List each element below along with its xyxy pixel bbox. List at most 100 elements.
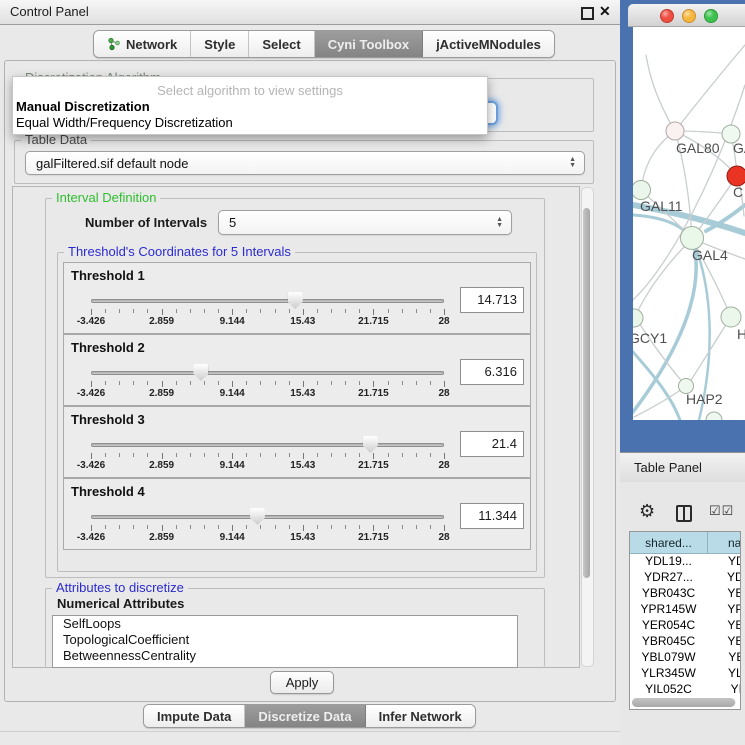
node-attribute-table[interactable]: shared... name YDL19...YDL1YDR27...YDR2Y… xyxy=(629,531,741,710)
network-node[interactable] xyxy=(633,309,643,327)
slider-tick-label: 15.43 xyxy=(290,532,315,543)
close-icon[interactable]: ✕ xyxy=(599,3,611,20)
network-window-titlebar[interactable] xyxy=(628,4,745,27)
column-header-name[interactable]: name xyxy=(708,532,741,554)
table-row[interactable]: YBR045CYBR0 xyxy=(630,634,741,650)
slider-tick xyxy=(133,381,134,385)
slider-tick xyxy=(119,309,120,313)
cell-shared-name[interactable]: YPR145W xyxy=(630,602,707,616)
table-row[interactable]: YDL19...YDL1 xyxy=(630,554,741,570)
apply-button[interactable]: Apply xyxy=(270,671,334,694)
cell-shared-name[interactable]: YDR27... xyxy=(630,570,707,584)
table-row[interactable]: YIL052CYIL0 xyxy=(630,682,741,698)
slider-tick xyxy=(119,453,120,457)
slider-tick xyxy=(91,525,92,531)
tab-jactivemnodules[interactable]: jActiveMNodules xyxy=(423,31,554,57)
attributes-list-scrollbar[interactable] xyxy=(517,619,518,664)
cell-name[interactable]: YBR0 xyxy=(708,586,741,600)
tab-select[interactable]: Select xyxy=(249,31,314,57)
cell-shared-name[interactable]: YBR043C xyxy=(630,586,707,600)
cell-name[interactable]: YLR3 xyxy=(708,666,741,680)
slider-1[interactable]: -3.4262.8599.14415.4321.71528 xyxy=(91,293,444,327)
slider-thumb[interactable] xyxy=(193,364,208,381)
close-traffic-light-icon[interactable] xyxy=(660,9,674,23)
cell-shared-name[interactable]: YBL079W xyxy=(630,650,707,664)
cell-name[interactable]: YDL1 xyxy=(708,554,741,568)
main-vertical-scrollbar[interactable] xyxy=(581,187,594,667)
network-node[interactable] xyxy=(727,166,745,186)
network-node[interactable] xyxy=(633,181,651,200)
slider-thumb[interactable] xyxy=(250,508,265,525)
number-of-intervals-combobox[interactable]: 5 ▲▼ xyxy=(218,210,512,235)
cell-name[interactable]: YIL0 xyxy=(708,682,741,696)
cell-name[interactable]: YBR0 xyxy=(708,634,741,648)
slider-tick xyxy=(260,309,261,313)
checkbox-icon[interactable]: ☑ xyxy=(709,503,722,518)
slider-tick-label: 9.144 xyxy=(220,460,245,471)
cell-shared-name[interactable]: YER054C xyxy=(630,618,707,632)
tab-cyni-toolbox[interactable]: Cyni Toolbox xyxy=(315,31,423,57)
column-header-shared-name[interactable]: shared... xyxy=(630,532,708,554)
column-layout-icon[interactable] xyxy=(676,505,692,522)
cell-name[interactable]: YBL0 xyxy=(708,650,741,664)
tab-impute-data[interactable]: Impute Data xyxy=(144,705,245,727)
minimize-traffic-light-icon[interactable] xyxy=(682,9,696,23)
threshold-value-field[interactable]: 11.344 xyxy=(460,503,524,529)
checkbox-icon[interactable]: ☑ xyxy=(722,503,735,518)
float-window-icon[interactable] xyxy=(581,7,594,20)
slider-tick xyxy=(162,453,163,459)
tab-discretize-data[interactable]: Discretize Data xyxy=(245,705,365,727)
slider-track[interactable] xyxy=(91,371,444,375)
table-row[interactable]: YDR27...YDR2 xyxy=(630,570,741,586)
scrollbar-thumb[interactable] xyxy=(583,208,590,578)
slider-tick-label: -3.426 xyxy=(77,316,105,327)
tab-network[interactable]: Network xyxy=(94,31,191,57)
network-node[interactable] xyxy=(666,122,684,140)
slider-track[interactable] xyxy=(91,515,444,519)
numerical-attributes-list[interactable]: SelfLoopsTopologicalCoefficientBetweenne… xyxy=(52,615,518,668)
menu-item-equal-width-frequency[interactable]: Equal Width/Frequency Discretization xyxy=(16,115,484,130)
table-row[interactable]: YBR043CYBR0 xyxy=(630,586,741,602)
table-horizontal-scrollbar[interactable] xyxy=(632,698,736,707)
network-node[interactable] xyxy=(706,412,722,420)
slider-4[interactable]: -3.4262.8599.14415.4321.71528 xyxy=(91,509,444,543)
table-data-combobox[interactable]: galFiltered.sif default node ▲▼ xyxy=(25,151,585,175)
tab-style[interactable]: Style xyxy=(191,31,249,57)
table-row[interactable]: YBL079WYBL0 xyxy=(630,650,741,666)
slider-tick xyxy=(232,309,233,315)
slider-track[interactable] xyxy=(91,443,444,447)
threshold-value-field[interactable]: 6.316 xyxy=(460,359,524,385)
cell-shared-name[interactable]: YBR045C xyxy=(630,634,707,648)
threshold-value-field[interactable]: 14.713 xyxy=(460,287,524,313)
cell-shared-name[interactable]: YLR345W xyxy=(630,666,707,680)
list-item-selfloops[interactable]: SelfLoops xyxy=(53,616,517,632)
list-item-topologicalcoefficient[interactable]: TopologicalCoefficient xyxy=(53,632,517,648)
slider-track[interactable] xyxy=(91,299,444,303)
table-options-checkbox-icons[interactable]: ☑☑ xyxy=(709,503,734,519)
slider-tick xyxy=(91,309,92,315)
slider-3[interactable]: -3.4262.8599.14415.4321.71528 xyxy=(91,437,444,471)
table-row[interactable]: YLR345WYLR3 xyxy=(630,666,741,682)
table-row[interactable]: YPR145WYPR1 xyxy=(630,602,741,618)
gear-icon[interactable]: ⚙ xyxy=(639,501,655,522)
slider-2[interactable]: -3.4262.8599.14415.4321.71528 xyxy=(91,365,444,399)
scrollbar-thumb[interactable] xyxy=(632,698,735,707)
slider-tick xyxy=(402,525,403,529)
cell-name[interactable]: YPR1 xyxy=(708,602,741,616)
slider-tick xyxy=(176,309,177,313)
cell-name[interactable]: YER0 xyxy=(708,618,741,632)
list-item-betweennesscentrality[interactable]: BetweennessCentrality xyxy=(53,648,517,664)
table-row[interactable]: YER054CYER0 xyxy=(630,618,741,634)
threshold-value-field[interactable]: 21.4 xyxy=(460,431,524,457)
cell-name[interactable]: YDR2 xyxy=(708,570,741,584)
zoom-traffic-light-icon[interactable] xyxy=(704,9,718,23)
cell-shared-name[interactable]: YIL052C xyxy=(630,682,707,696)
slider-tick xyxy=(147,309,148,313)
menu-item-manual-discretization[interactable]: Manual Discretization xyxy=(16,99,484,114)
network-canvas[interactable]: GAL80GACGAL11GAL4GCY1HHAP2 xyxy=(633,27,745,420)
network-node[interactable] xyxy=(721,307,741,327)
slider-thumb[interactable] xyxy=(363,436,378,453)
slider-thumb[interactable] xyxy=(288,292,303,309)
tab-infer-network[interactable]: Infer Network xyxy=(366,705,475,727)
cell-shared-name[interactable]: YDL19... xyxy=(630,554,707,568)
